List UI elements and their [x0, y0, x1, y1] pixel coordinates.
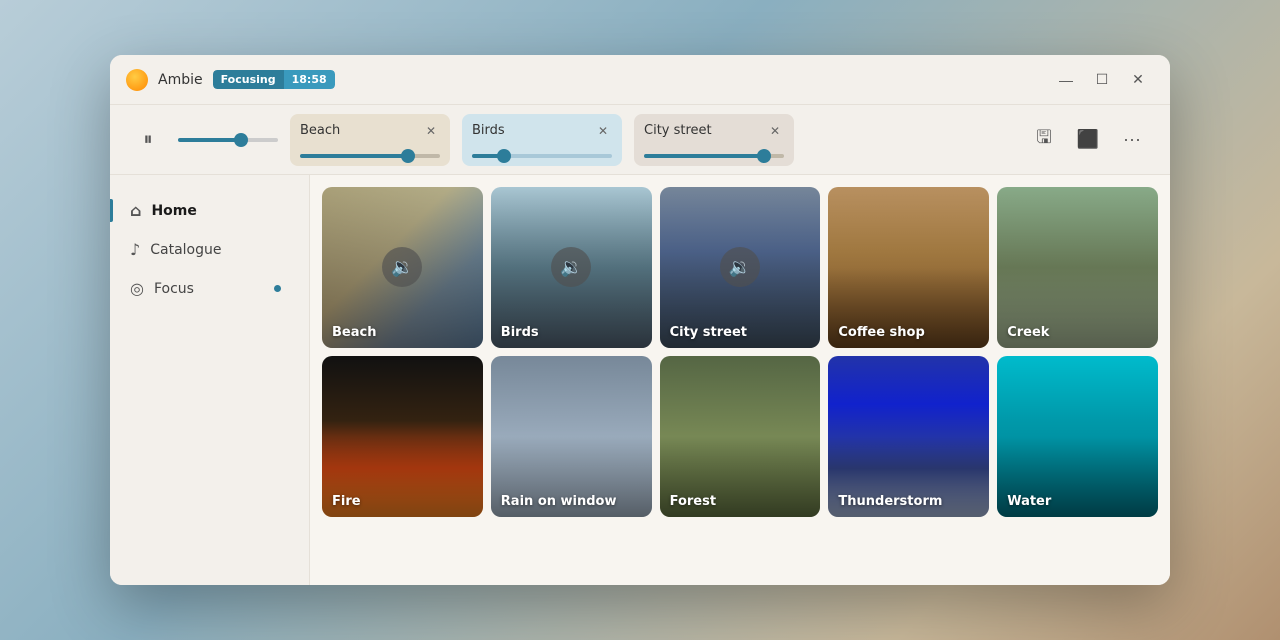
- tile-forest[interactable]: Forest: [660, 356, 821, 517]
- track-card-birds: Birds ✕: [462, 114, 622, 166]
- focus-badge-time: 18:58: [284, 70, 335, 89]
- image-icon: ⬛: [1077, 129, 1099, 150]
- app-icon: [126, 69, 148, 91]
- main-area: ⌂ Home ♪ Catalogue ◎ Focus 🔉 Be: [110, 175, 1170, 585]
- titlebar: Ambie Focusing 18:58 — ☐ ✕: [110, 55, 1170, 105]
- focus-badge-group: Focusing 18:58: [213, 70, 335, 89]
- tile-water-overlay: [997, 356, 1158, 517]
- speaker-icon-birds: 🔉: [551, 247, 591, 287]
- tile-water[interactable]: Water: [997, 356, 1158, 517]
- pause-icon: ⏸: [144, 129, 153, 150]
- catalogue-icon: ♪: [130, 240, 140, 259]
- track-birds-close[interactable]: ✕: [594, 122, 612, 140]
- tile-storm-overlay: [828, 356, 989, 517]
- titlebar-controls: — ☐ ✕: [1050, 64, 1154, 96]
- track-citystreet-name: City street: [644, 123, 712, 138]
- track-citystreet-slider[interactable]: [644, 154, 784, 158]
- track-card-beach: Beach ✕: [290, 114, 450, 166]
- save-button[interactable]: 🖫: [1026, 122, 1062, 158]
- focus-dot: [274, 285, 281, 292]
- image-button[interactable]: ⬛: [1070, 122, 1106, 158]
- tile-storm-label: Thunderstorm: [838, 494, 942, 509]
- minimize-button[interactable]: —: [1050, 64, 1082, 96]
- speaker-icon-citystreet: 🔉: [720, 247, 760, 287]
- tile-forest-overlay: [660, 356, 821, 517]
- pause-button[interactable]: ⏸: [130, 122, 166, 158]
- sidebar-item-home[interactable]: ⌂ Home: [110, 191, 301, 230]
- tile-beach-label: Beach: [332, 325, 376, 340]
- speaker-icon-beach: 🔉: [382, 247, 422, 287]
- tile-birds-label: Birds: [501, 325, 539, 340]
- track-card-citystreet-header: City street ✕: [644, 122, 784, 140]
- track-card-birds-header: Birds ✕: [472, 122, 612, 140]
- tile-creek-overlay: [997, 187, 1158, 348]
- more-icon: ···: [1123, 129, 1141, 150]
- focus-badge-label: Focusing: [213, 70, 284, 89]
- tile-fire-label: Fire: [332, 494, 361, 509]
- sound-grid: 🔉 Beach 🔉 Birds 🔉 City street: [322, 187, 1158, 517]
- track-beach-name: Beach: [300, 123, 340, 138]
- tile-citystreet-label: City street: [670, 325, 747, 340]
- home-icon: ⌂: [130, 201, 141, 220]
- app-window: Ambie Focusing 18:58 — ☐ ✕ ⏸ Beach ✕: [110, 55, 1170, 585]
- tile-birds[interactable]: 🔉 Birds: [491, 187, 652, 348]
- track-beach-close[interactable]: ✕: [422, 122, 440, 140]
- tile-water-label: Water: [1007, 494, 1051, 509]
- close-button[interactable]: ✕: [1122, 64, 1154, 96]
- tile-forest-label: Forest: [670, 494, 716, 509]
- toolbar-actions: 🖫 ⬛ ···: [1026, 122, 1150, 158]
- sidebar-home-label: Home: [151, 203, 196, 219]
- titlebar-left: Ambie Focusing 18:58: [126, 69, 1050, 91]
- tile-creek-label: Creek: [1007, 325, 1049, 340]
- tile-storm[interactable]: Thunderstorm: [828, 356, 989, 517]
- grid-area: 🔉 Beach 🔉 Birds 🔉 City street: [310, 175, 1170, 585]
- sidebar-catalogue-label: Catalogue: [150, 242, 221, 258]
- tile-rain-label: Rain on window: [501, 494, 617, 509]
- master-volume-slider[interactable]: [178, 138, 278, 142]
- track-birds-name: Birds: [472, 123, 505, 138]
- save-icon: 🖫: [1036, 125, 1051, 155]
- tile-citystreet[interactable]: 🔉 City street: [660, 187, 821, 348]
- track-beach-slider[interactable]: [300, 154, 440, 158]
- tile-beach[interactable]: 🔉 Beach: [322, 187, 483, 348]
- maximize-button[interactable]: ☐: [1086, 64, 1118, 96]
- focus-icon: ◎: [130, 279, 144, 298]
- track-card-citystreet: City street ✕: [634, 114, 794, 166]
- more-button[interactable]: ···: [1114, 122, 1150, 158]
- track-card-beach-header: Beach ✕: [300, 122, 440, 140]
- tile-coffeeshop-overlay: [828, 187, 989, 348]
- toolbar: ⏸ Beach ✕ Birds ✕ City street ✕: [110, 105, 1170, 175]
- sidebar: ⌂ Home ♪ Catalogue ◎ Focus: [110, 175, 310, 585]
- sidebar-item-focus[interactable]: ◎ Focus: [110, 269, 301, 308]
- tile-fire[interactable]: Fire: [322, 356, 483, 517]
- track-citystreet-close[interactable]: ✕: [766, 122, 784, 140]
- sidebar-item-catalogue[interactable]: ♪ Catalogue: [110, 230, 301, 269]
- tile-fire-overlay: [322, 356, 483, 517]
- track-birds-slider[interactable]: [472, 154, 612, 158]
- tile-coffeeshop[interactable]: Coffee shop: [828, 187, 989, 348]
- app-name: Ambie: [158, 72, 203, 88]
- tile-creek[interactable]: Creek: [997, 187, 1158, 348]
- tile-coffeeshop-label: Coffee shop: [838, 325, 924, 340]
- tile-rain-overlay: [491, 356, 652, 517]
- tile-rain[interactable]: Rain on window: [491, 356, 652, 517]
- sidebar-focus-label: Focus: [154, 281, 194, 297]
